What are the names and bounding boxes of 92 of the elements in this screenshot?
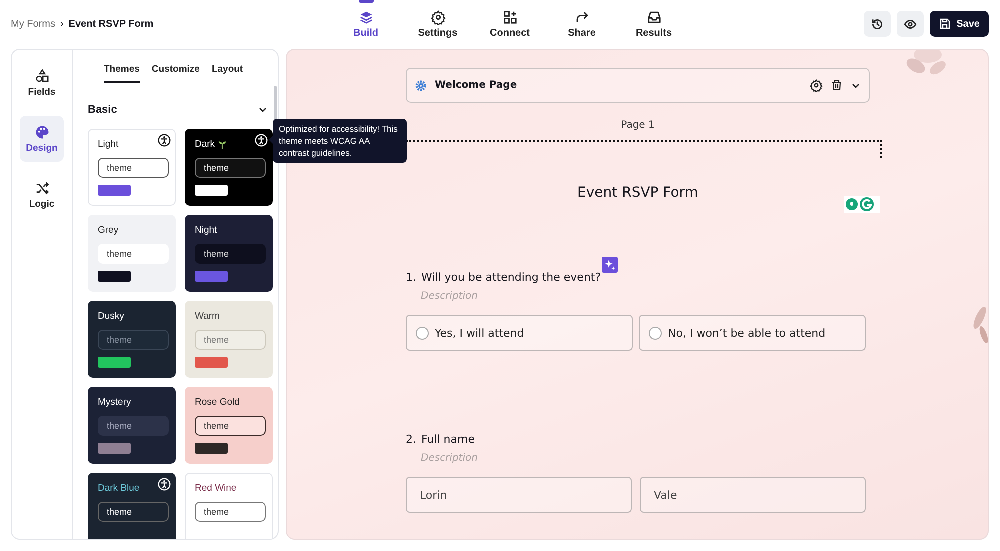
save-button[interactable]: Save (930, 11, 989, 37)
theme-field-preview: theme (98, 158, 169, 178)
panel-tab[interactable]: Themes (104, 64, 140, 83)
theme-name: Light (98, 139, 119, 150)
color-swatch (98, 185, 131, 196)
preview-button[interactable] (896, 11, 924, 37)
radio-button[interactable] (416, 326, 429, 340)
theme-name: Red Wine (195, 483, 237, 494)
breadcrumb-current: Event RSVP Form (68, 18, 154, 30)
theme-name: Rose Gold (195, 397, 240, 408)
theme-name: Warm (195, 311, 220, 322)
question-description: Description (421, 291, 479, 302)
share-arrow-icon (574, 10, 590, 24)
accessibility-icon[interactable] (158, 134, 171, 147)
theme-card[interactable]: Light theme (88, 129, 176, 206)
theme-card[interactable]: Dark theme (185, 129, 273, 206)
theme-name: Grey (98, 225, 119, 236)
answer-option[interactable]: No, I won’t be able to attend (639, 315, 866, 351)
layers-icon (358, 10, 374, 24)
breadcrumb-separator: › (60, 18, 64, 30)
sidebar-item[interactable]: Fields (20, 60, 64, 106)
color-swatch (195, 271, 228, 282)
theme-field-preview: theme (98, 502, 169, 522)
nav-tab[interactable]: Share (546, 0, 618, 48)
theme-field-preview: theme (98, 416, 169, 436)
color-swatch (195, 185, 228, 196)
color-swatch (195, 357, 228, 368)
page-label: Page 1 (621, 120, 655, 131)
settings-icon (430, 10, 446, 24)
sidebar-item[interactable]: Logic (20, 172, 64, 218)
theme-field-preview: theme (195, 330, 266, 350)
theme-card[interactable]: Red Wine theme (185, 473, 273, 539)
question-title: Will you be attending the event? (422, 271, 602, 284)
section-title: Basic (88, 104, 118, 116)
theme-name: Dusky (98, 311, 124, 322)
color-swatch (98, 271, 131, 282)
theme-field-preview: theme (195, 502, 266, 522)
theme-name: Dark (195, 139, 216, 150)
theme-card[interactable]: Mystery theme (88, 387, 176, 464)
radio-button[interactable] (649, 326, 662, 340)
theme-field-preview: theme (98, 330, 169, 350)
collapse-chevron[interactable] (258, 105, 268, 115)
theme-field-preview: theme (195, 244, 266, 264)
chevron-icon (258, 105, 268, 115)
shapes-icon (34, 68, 50, 84)
settings-button[interactable] (810, 79, 823, 92)
question-number: 2. (406, 433, 416, 446)
palette-icon (34, 124, 50, 140)
grid-plus-icon (502, 10, 518, 24)
question-title: Full name (422, 433, 476, 446)
color-swatch (98, 443, 131, 454)
delete-button[interactable] (831, 79, 843, 92)
sprout-icon (218, 140, 228, 149)
nav-tab[interactable]: Connect (474, 0, 546, 48)
history-button[interactable] (864, 11, 891, 37)
gear-icon (415, 80, 427, 92)
theme-field-preview: theme (98, 244, 169, 264)
extension-icons[interactable] (844, 196, 882, 213)
trash-icon (831, 79, 843, 92)
theme-card[interactable]: Rose Gold theme (185, 387, 273, 464)
input-field[interactable]: Vale (640, 477, 866, 513)
panel-tab[interactable]: Customize (152, 64, 200, 83)
theme-card[interactable]: Dusky theme (88, 301, 176, 378)
theme-card[interactable]: Night theme (185, 215, 273, 292)
sidebar-item[interactable]: Design (20, 116, 64, 162)
color-swatch (195, 443, 228, 454)
inbox-icon (646, 10, 662, 24)
settings-icon (810, 79, 823, 92)
form-title: Event RSVP Form (578, 185, 698, 201)
panel-tab[interactable]: Layout (212, 64, 244, 83)
shuffle-icon (34, 180, 50, 196)
theme-card[interactable]: Grey theme (88, 215, 176, 292)
color-swatch (98, 357, 131, 368)
question-number: 1. (406, 271, 416, 284)
ai-sparkle-button[interactable] (602, 257, 618, 273)
input-field[interactable]: Lorin (406, 477, 632, 513)
breadcrumb-link[interactable]: My Forms (11, 18, 56, 30)
theme-card[interactable]: Warm theme (185, 301, 273, 378)
theme-name: Night (195, 225, 218, 236)
history-icon (870, 18, 884, 30)
question-description: Description (421, 453, 479, 464)
eye-icon (904, 18, 917, 30)
theme-name: Dark Blue (98, 483, 140, 494)
nav-tab[interactable]: Settings (402, 0, 474, 48)
page-title: Welcome Page (435, 80, 518, 91)
nav-tab[interactable]: Build (330, 0, 402, 48)
theme-field-preview: theme (195, 416, 266, 436)
nav-tab[interactable]: Results (618, 0, 690, 48)
theme-name: Mystery (98, 397, 132, 408)
answer-option[interactable]: Yes, I will attend (406, 315, 633, 351)
theme-card[interactable]: Dark Blue theme (88, 473, 176, 539)
theme-field-preview: theme (195, 158, 266, 178)
